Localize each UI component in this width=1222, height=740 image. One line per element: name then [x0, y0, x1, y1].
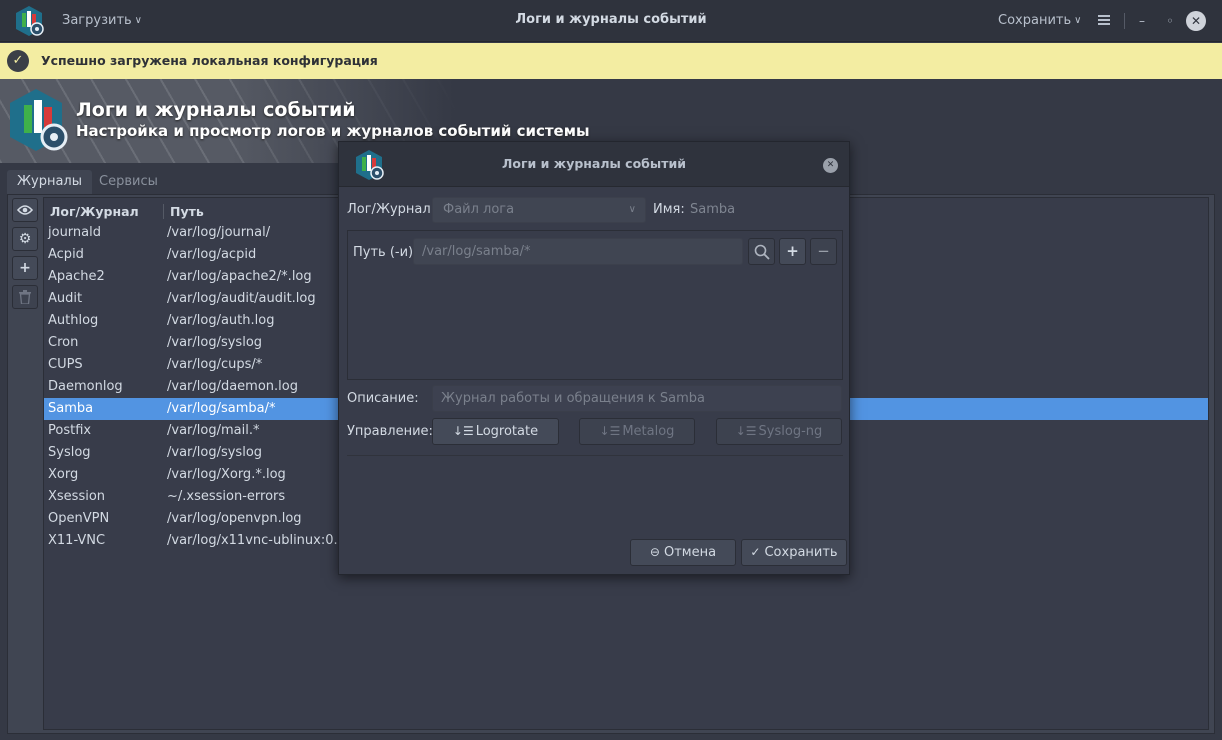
view-button[interactable]	[12, 198, 38, 222]
dialog-titlebar: Логи и журналы событий ✕	[339, 142, 849, 187]
banner-subtitle: Настройка и просмотр логов и журналов со…	[76, 122, 590, 140]
banner-logo-icon	[10, 89, 68, 151]
row-log-name: OpenVPN	[48, 511, 110, 526]
chevron-down-icon: ∨	[1074, 15, 1082, 26]
row-log-path: /var/log/x11vnc-ublinux:0.log	[167, 533, 358, 548]
row-log-path: /var/log/auth.log	[167, 313, 275, 328]
tab-journals[interactable]: Журналы	[7, 170, 92, 195]
syslog-ng-button[interactable]: ↓☰ Syslog-ng	[716, 418, 842, 445]
row-log-name: Apache2	[48, 269, 105, 284]
row-log-name: Xsession	[48, 489, 106, 504]
window-titlebar: Загрузить ∨ Логи и журналы событий Сохран…	[0, 0, 1222, 42]
path-input-placeholder: /var/log/samba/*	[422, 244, 531, 259]
row-log-name: Cron	[48, 335, 79, 350]
path-input[interactable]: /var/log/samba/*	[413, 238, 743, 265]
plus-icon: +	[786, 242, 799, 260]
titlebar-divider	[1124, 13, 1125, 29]
row-log-name: Syslog	[48, 445, 91, 460]
tab-services[interactable]: Сервисы	[89, 170, 168, 195]
restore-button[interactable]: ◦	[1160, 11, 1180, 31]
metalog-label: Metalog	[622, 424, 675, 439]
control-label: Управление:	[347, 424, 433, 439]
trash-icon	[19, 290, 31, 305]
cancel-label: Отмена	[663, 545, 717, 560]
minus-icon: −	[817, 242, 830, 260]
edit-log-dialog: Логи и журналы событий ✕ Лог/Журнал: Фай…	[338, 141, 850, 575]
search-icon	[754, 244, 770, 260]
row-log-path: /var/log/audit/audit.log	[167, 291, 316, 306]
row-log-name: Samba	[48, 401, 94, 416]
dialog-title: Логи и журналы событий	[502, 156, 686, 171]
checkmark-icon: ✓	[750, 545, 761, 559]
sort-down-icon: ↓☰	[599, 424, 621, 438]
save-menu-label: Сохранить	[998, 13, 1072, 28]
sort-down-icon: ↓☰	[452, 424, 474, 438]
search-path-button[interactable]	[748, 238, 775, 265]
plus-icon: +	[19, 260, 31, 276]
save-menu-button[interactable]: Сохранить ∨	[998, 0, 1081, 42]
row-log-name: Audit	[48, 291, 83, 306]
minimize-button[interactable]: –	[1132, 11, 1152, 31]
row-log-path: /var/log/daemon.log	[167, 379, 298, 394]
settings-button[interactable]: ⚙	[12, 227, 38, 251]
metalog-button[interactable]: ↓☰ Metalog	[579, 418, 695, 445]
eye-icon	[16, 205, 34, 215]
row-log-name: Authlog	[48, 313, 99, 328]
cancel-button[interactable]: ⊖ Отмена	[630, 539, 736, 566]
row-log-name: Acpid	[48, 247, 84, 262]
close-icon: ✕	[826, 160, 835, 170]
checkmark-icon: ✓	[7, 50, 29, 72]
remove-path-button[interactable]: −	[810, 238, 837, 265]
row-log-name: journald	[48, 225, 101, 240]
row-log-path: ~/.xsession-errors	[167, 489, 286, 504]
info-message: Успешно загружена локальная конфигурация	[41, 53, 378, 68]
save-label: Сохранить	[764, 545, 838, 560]
delete-button[interactable]	[12, 285, 38, 309]
banner-title: Логи и журналы событий	[76, 99, 356, 121]
row-log-path: /var/log/mail.*	[167, 423, 260, 438]
save-button[interactable]: ✓ Сохранить	[741, 539, 847, 566]
chevron-down-icon: ∨	[628, 204, 636, 215]
log-type-value: Файл лога	[443, 202, 515, 217]
description-placeholder: Журнал работы и обращения к Samba	[441, 391, 706, 406]
description-label: Описание:	[347, 391, 419, 406]
row-log-name: Daemonlog	[48, 379, 123, 394]
logrotate-label: Logrotate	[475, 424, 539, 439]
row-log-path: /var/log/Xorg.*.log	[167, 467, 286, 482]
row-log-path: /var/log/acpid	[167, 247, 257, 262]
logrotate-button[interactable]: ↓☰ Logrotate	[432, 418, 559, 445]
add-path-button[interactable]: +	[779, 238, 806, 265]
name-label: Имя:	[653, 202, 685, 217]
info-bar: ✓ Успешно загружена локальная конфигурац…	[0, 43, 1222, 79]
log-type-label: Лог/Журнал:	[347, 202, 436, 217]
row-log-name: X11-VNC	[48, 533, 106, 548]
hamburger-menu-icon[interactable]	[1098, 15, 1110, 26]
description-input[interactable]: Журнал работы и обращения к Samba	[432, 385, 842, 412]
column-divider	[163, 204, 164, 219]
column-header-path[interactable]: Путь	[170, 204, 204, 219]
name-value: Samba	[690, 202, 736, 217]
row-log-name: Xorg	[48, 467, 79, 482]
close-window-button[interactable]: ✕	[1186, 11, 1206, 31]
cancel-circle-icon: ⊖	[649, 545, 660, 559]
dialog-close-button[interactable]: ✕	[823, 158, 838, 173]
row-log-name: CUPS	[48, 357, 83, 372]
row-log-name: Postfix	[48, 423, 92, 438]
row-log-path: /var/log/openvpn.log	[167, 511, 302, 526]
log-type-select[interactable]: Файл лога ∨	[432, 197, 646, 223]
path-label: Путь (-и):	[353, 245, 418, 260]
row-log-path: /var/log/syslog	[167, 335, 263, 350]
dialog-divider	[347, 455, 843, 456]
row-log-path: /var/log/samba/*	[167, 401, 276, 416]
row-log-path: /var/log/apache2/*.log	[167, 269, 312, 284]
syslog-ng-label: Syslog-ng	[758, 424, 823, 439]
row-log-path: /var/log/cups/*	[167, 357, 263, 372]
add-button[interactable]: +	[12, 256, 38, 280]
sort-down-icon: ↓☰	[735, 424, 757, 438]
row-log-path: /var/log/journal/	[167, 225, 271, 240]
column-header-log[interactable]: Лог/Журнал	[50, 204, 139, 219]
gear-icon: ⚙	[18, 231, 32, 247]
row-log-path: /var/log/syslog	[167, 445, 263, 460]
